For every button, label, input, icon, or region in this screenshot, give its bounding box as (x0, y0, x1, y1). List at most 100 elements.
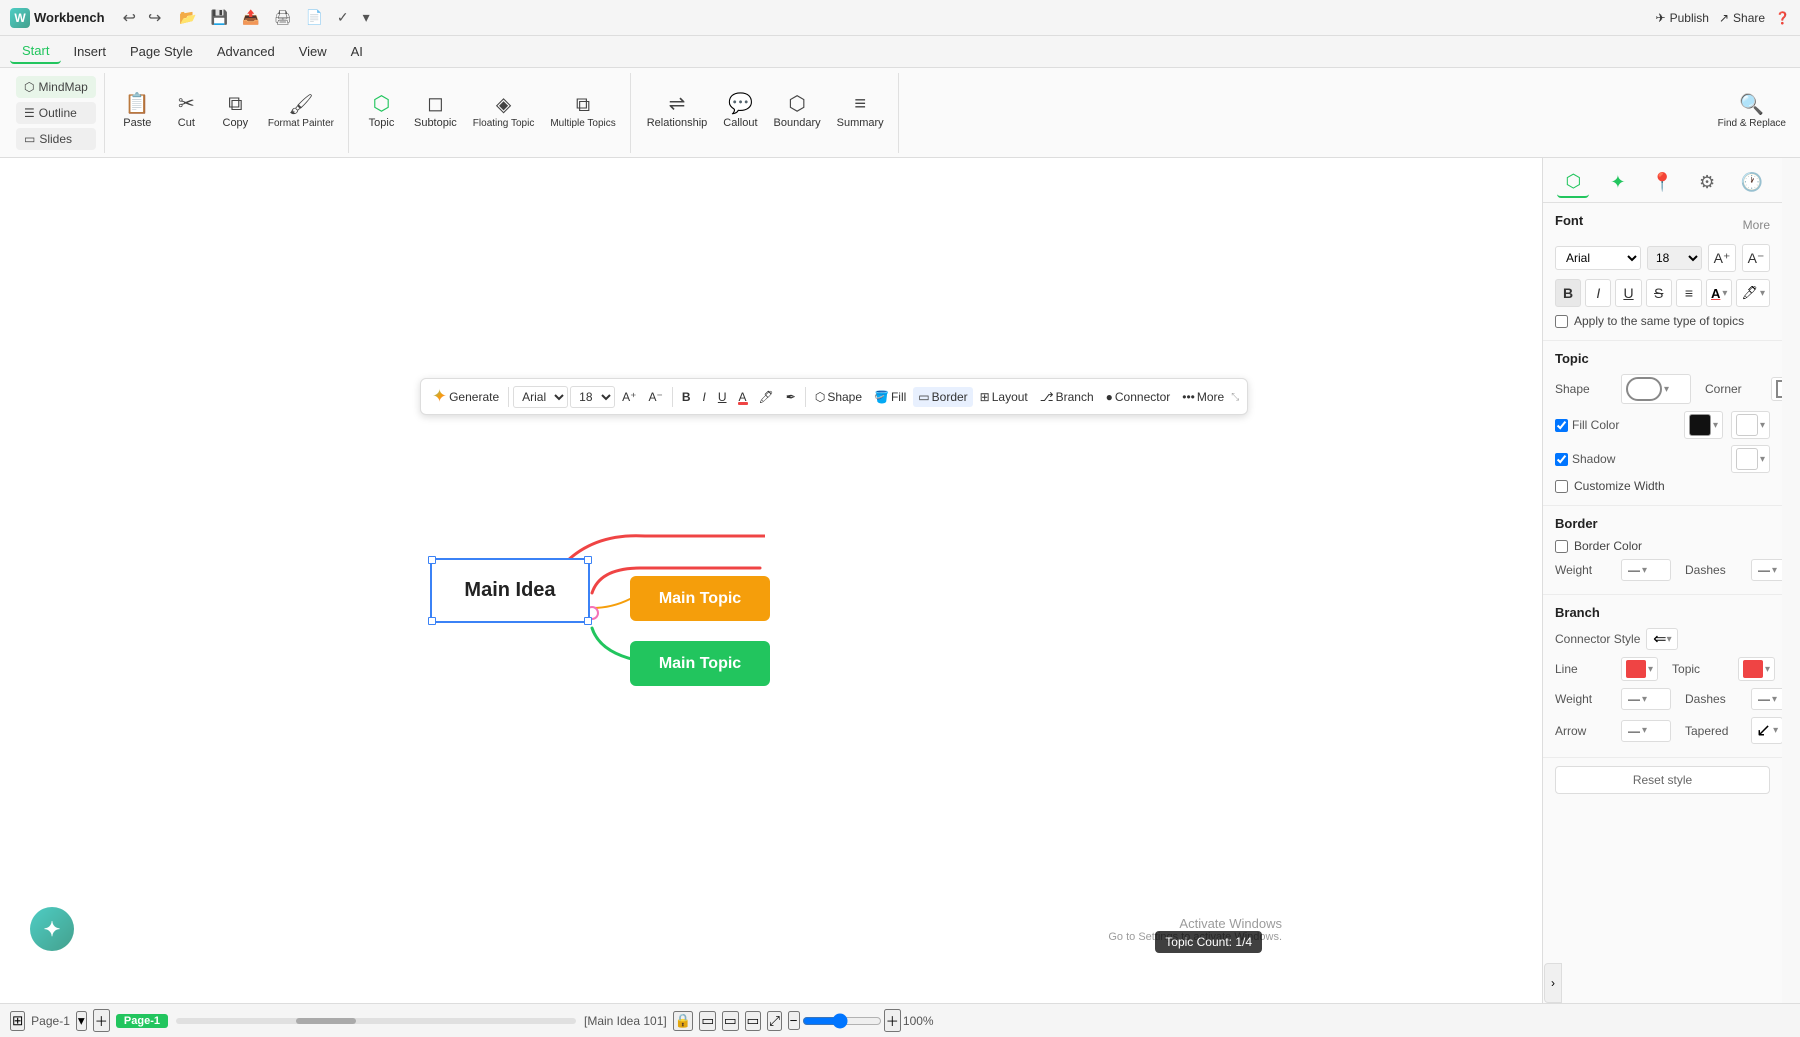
new-button[interactable]: 📄 (301, 7, 326, 28)
find-replace-button[interactable]: 🔍 Find & Replace (1712, 91, 1792, 134)
branch-dashes-selector[interactable]: —▾ (1751, 688, 1782, 710)
panel-collapse-button[interactable]: › (1544, 963, 1562, 1003)
main-idea-node[interactable]: Main Idea (430, 558, 590, 623)
dropdown-button[interactable]: ▾ (359, 7, 374, 28)
branch-line-color[interactable]: ▾ (1621, 657, 1658, 681)
branch-tapered-selector[interactable]: ↙ ▾ (1751, 717, 1782, 744)
shape-selector[interactable]: ▾ (1621, 374, 1691, 404)
selection-handle-br[interactable] (584, 617, 592, 625)
font-increase-btn[interactable]: A⁺ (1708, 244, 1736, 272)
open-button[interactable]: 📂 (175, 7, 200, 28)
paste-button[interactable]: 📋 Paste (115, 90, 160, 134)
relationship-button[interactable]: ⇌ Relationship (641, 90, 714, 134)
shadow-color-dropdown[interactable]: ▾ (1731, 445, 1770, 473)
layout-button[interactable]: ⊞ Layout (975, 387, 1033, 407)
panel-font-family[interactable]: Arial (1555, 246, 1641, 270)
menu-ai[interactable]: AI (339, 40, 375, 63)
reset-style-button[interactable]: Reset style (1555, 766, 1770, 794)
slides-view-button[interactable]: ▭ Slides (16, 128, 96, 150)
fill-color-right-dropdown[interactable]: ▾ (1731, 411, 1770, 439)
highlight-button[interactable]: 🖊 (754, 387, 779, 407)
increase-font-button[interactable]: A⁺ (617, 387, 641, 407)
border-button[interactable]: ▭ Border (913, 387, 972, 407)
font-family-select[interactable]: Arial (513, 386, 568, 408)
menu-view[interactable]: View (287, 40, 339, 63)
view-mode-3[interactable]: ▭ (745, 1011, 762, 1031)
floating-topic-button[interactable]: ◈ Floating Topic (467, 91, 541, 134)
decrease-font-button[interactable]: A⁻ (643, 387, 667, 407)
border-dashes-selector[interactable]: —▾ (1751, 559, 1782, 581)
selection-handle-bl[interactable] (428, 617, 436, 625)
panel-tab-settings[interactable]: ⚙ (1691, 166, 1723, 198)
highlight-color-dropdown[interactable]: 🖊 ▾ (1736, 279, 1770, 307)
branch-arrow-selector[interactable]: —▾ (1621, 720, 1671, 742)
branch-topic-color[interactable]: ▾ (1738, 657, 1775, 681)
customize-width-checkbox[interactable] (1555, 480, 1568, 493)
generate-button[interactable]: ✦ Generate (427, 383, 504, 410)
strike-btn-panel[interactable]: S (1646, 279, 1672, 307)
redo-button[interactable]: ↪ (144, 6, 165, 30)
more-button[interactable]: ••• More (1177, 387, 1229, 407)
underline-btn-panel[interactable]: U (1615, 279, 1641, 307)
share-button[interactable]: ↗ Share (1719, 11, 1765, 25)
print-button[interactable]: 🖨 (270, 7, 296, 28)
grid-button[interactable]: ⊞ (10, 1011, 25, 1031)
italic-btn-panel[interactable]: I (1585, 279, 1611, 307)
menu-advanced[interactable]: Advanced (205, 40, 287, 63)
underline-button[interactable]: U (713, 387, 732, 407)
fullscreen-button[interactable]: ⤢ (767, 1011, 782, 1031)
view-mode-1[interactable]: ▭ (699, 1011, 716, 1031)
connector-button[interactable]: ● Connector (1101, 387, 1176, 407)
lock-button[interactable]: 🔒 (673, 1011, 694, 1031)
italic-button[interactable]: I (698, 387, 711, 407)
menu-insert[interactable]: Insert (61, 40, 118, 63)
main-topic-green-node[interactable]: Main Topic (630, 641, 770, 686)
status-scrollbar[interactable] (176, 1018, 576, 1024)
cut-button[interactable]: ✂ Cut (164, 90, 209, 134)
callout-button[interactable]: 💬 Callout (717, 90, 763, 134)
canvas-area[interactable]: ✦ Generate Arial 18 14 16 20 24 A⁺ A⁻ B … (0, 158, 1542, 1003)
publish-button[interactable]: ✈ Publish (1656, 11, 1709, 25)
panel-tab-location[interactable]: 📍 (1646, 166, 1678, 198)
apply-same-checkbox[interactable] (1555, 315, 1568, 328)
main-topic-orange-node[interactable]: Main Topic (630, 576, 770, 621)
format-painter-button[interactable]: 🖌 Format Painter (262, 91, 340, 134)
branch-button[interactable]: ⎇ Branch (1035, 387, 1099, 407)
save-button[interactable]: 💾 (207, 7, 232, 28)
undo-button[interactable]: ↩ (119, 6, 140, 30)
zoom-out-button[interactable]: − (788, 1011, 800, 1030)
panel-tab-style[interactable]: ⬡ (1557, 166, 1589, 198)
resize-handle[interactable]: ⤡ (1231, 392, 1241, 402)
view-mode-2[interactable]: ▭ (722, 1011, 739, 1031)
corner-selector[interactable]: ▾ (1771, 377, 1782, 401)
page-dropdown[interactable]: ▾ (76, 1011, 87, 1031)
fill-color-checkbox[interactable] (1555, 419, 1568, 432)
outline-view-button[interactable]: ☰ Outline (16, 102, 96, 124)
checkmark-button[interactable]: ✓ (333, 7, 353, 28)
fill-button[interactable]: 🪣 Fill (869, 387, 911, 407)
copy-button[interactable]: ⧉ Copy (213, 90, 258, 134)
border-weight-selector[interactable]: —▾ (1621, 559, 1671, 581)
align-btn-panel[interactable]: ≡ (1676, 279, 1702, 307)
shadow-checkbox[interactable] (1555, 453, 1568, 466)
topic-button[interactable]: ⬡ Topic (359, 90, 404, 134)
panel-tab-ai[interactable]: ✦ (1602, 166, 1634, 198)
font-color-button[interactable]: A (734, 387, 752, 407)
text-color-btn[interactable]: ✒ (781, 387, 801, 407)
shape-button[interactable]: ⬡ Shape (810, 387, 867, 407)
fill-color-dropdown[interactable]: ▾ (1684, 411, 1723, 439)
mindmap-view-button[interactable]: ⬡ MindMap (16, 76, 96, 98)
multiple-topics-button[interactable]: ⧉ Multiple Topics (544, 91, 621, 134)
selection-handle-tr[interactable] (584, 556, 592, 564)
bold-button[interactable]: B (677, 387, 696, 407)
zoom-in-button[interactable]: ＋ (884, 1009, 901, 1032)
font-more-link[interactable]: More (1743, 218, 1770, 232)
zoom-slider[interactable] (802, 1013, 882, 1029)
text-color-dropdown[interactable]: A ▾ (1706, 279, 1732, 307)
connector-style-selector[interactable]: ⇐▾ (1646, 628, 1678, 650)
export-button[interactable]: 📤 (238, 7, 263, 28)
help-button[interactable]: ❓ (1775, 11, 1790, 25)
menu-start[interactable]: Start (10, 39, 61, 64)
font-size-select[interactable]: 18 14 16 20 24 (570, 386, 615, 408)
summary-button[interactable]: ≡ Summary (831, 90, 890, 134)
